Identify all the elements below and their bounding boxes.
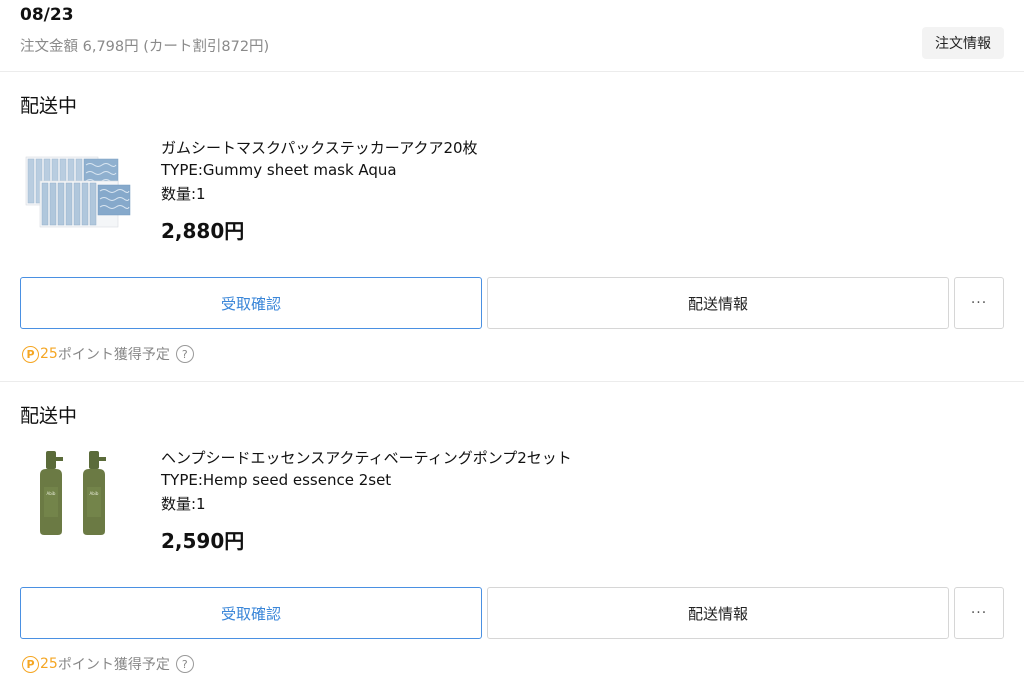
shipment-card: 配送中 Abib Abib ヘンプシードエッセンスアクティベーティングポンプ2セ… — [0, 383, 1024, 679]
shipping-status: 配送中 — [20, 405, 78, 427]
confirm-receipt-button[interactable]: 受取確認 — [20, 587, 482, 639]
product-option: TYPE:Hemp seed essence 2set — [161, 471, 392, 489]
product-thumbnail[interactable] — [22, 137, 134, 229]
product-thumbnail[interactable]: Abib Abib — [22, 447, 134, 539]
points-label: ポイント獲得予定 — [57, 657, 170, 673]
hemp-essence-bottles-image: Abib Abib — [40, 451, 106, 535]
order-header: 08/23 注文金額 6,798円 (カート割引872円) 注文情報 — [0, 0, 1024, 72]
more-options-button[interactable]: ··· — [954, 277, 1004, 329]
shipping-info-button[interactable]: 配送情報 — [487, 587, 949, 639]
product-name[interactable]: ガムシートマスクパックステッカーアクア20枚 — [161, 137, 478, 158]
product-option: TYPE:Gummy sheet mask Aqua — [161, 161, 397, 179]
shipping-info-button[interactable]: 配送情報 — [487, 277, 949, 329]
shipment-card: 配送中 ガムシートマスクパックステッカーアクア20枚 TYPE:Gummy sh… — [0, 73, 1024, 382]
svg-text:Abib: Abib — [90, 491, 99, 496]
shipping-status: 配送中 — [20, 95, 78, 117]
points-info: P 25 ポイント獲得予定 ? — [22, 654, 194, 674]
point-icon: P — [22, 345, 39, 363]
points-info: P 25 ポイント獲得予定 ? — [22, 344, 194, 364]
point-icon: P — [22, 655, 39, 673]
points-amount: 25 — [40, 656, 58, 672]
product-name[interactable]: ヘンプシードエッセンスアクティベーティングポンプ2セット — [161, 447, 572, 468]
help-icon[interactable]: ? — [175, 655, 194, 673]
confirm-receipt-button[interactable]: 受取確認 — [20, 277, 482, 329]
sheet-mask-pack-image — [25, 156, 131, 228]
svg-text:Abib: Abib — [47, 491, 56, 496]
product-quantity: 数量:1 — [161, 495, 206, 513]
product-quantity: 数量:1 — [161, 185, 206, 203]
points-amount: 25 — [40, 346, 58, 362]
help-icon[interactable]: ? — [175, 345, 194, 363]
more-options-button[interactable]: ··· — [954, 587, 1004, 639]
product-price: 2,880円 — [161, 219, 245, 243]
product-price: 2,590円 — [161, 529, 245, 553]
points-label: ポイント獲得予定 — [57, 347, 170, 363]
order-amount: 注文金額 6,798円 (カート割引872円) — [20, 39, 270, 55]
order-info-button[interactable]: 注文情報 — [922, 27, 1004, 59]
order-date: 08/23 — [20, 5, 74, 25]
